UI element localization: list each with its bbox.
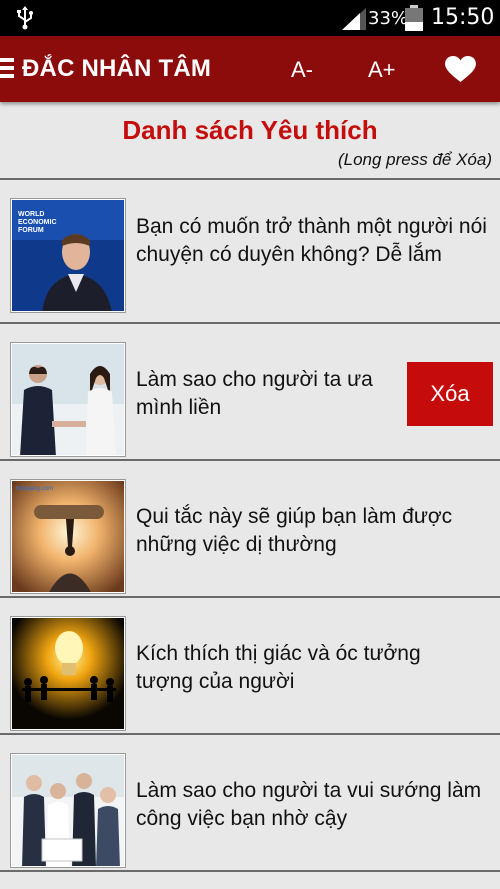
status-bar: 33% 15:50 [0, 0, 500, 36]
list-item[interactable]: Kích thích thị giác và óc tưởng tượng củ… [0, 598, 500, 735]
battery-percentage: 33% [368, 8, 409, 29]
svg-text:ECONOMIC: ECONOMIC [18, 219, 57, 226]
usb-icon [17, 6, 33, 30]
item-title: Qui tắc này sẽ giúp bạn làm được những v… [136, 505, 453, 556]
delete-button[interactable]: Xóa [407, 362, 493, 426]
list-item[interactable]: WORLD ECONOMIC FORUM Bạn có muốn trở thà… [0, 180, 500, 317]
font-decrease-button[interactable]: A- [291, 57, 313, 83]
app-title: ĐẮC NHÂN TÂM [22, 55, 212, 82]
long-press-hint: (Long press để Xóa) [337, 150, 492, 169]
list-item[interactable]: Làm sao cho người ta ưa mình liền Xóa [0, 324, 500, 461]
handshake-photo [11, 343, 125, 456]
list-item[interactable]: bullgiang.com Qui tắc này sẽ giúp bạn là… [0, 461, 500, 598]
svg-text:WORLD: WORLD [18, 211, 44, 218]
lightbulb-people-photo [11, 617, 125, 730]
font-increase-button[interactable]: A+ [368, 57, 396, 83]
svg-text:FORUM: FORUM [18, 227, 44, 234]
svg-text:bullgiang.com: bullgiang.com [16, 486, 53, 492]
heart-icon[interactable] [445, 56, 476, 83]
item-title: Bạn có muốn trở thành một người nói chuy… [136, 215, 487, 266]
office-team-photo [11, 754, 125, 867]
favorites-heading: Danh sách Yêu thích [122, 115, 378, 145]
speaker-photo: WORLD ECONOMIC FORUM [11, 199, 125, 312]
item-title: Kích thích thị giác và óc tưởng tượng củ… [136, 642, 421, 693]
item-title: Làm sao cho người ta ưa mình liền [136, 368, 373, 419]
list-item[interactable]: Làm sao cho người ta vui sướng làm công … [0, 735, 500, 872]
divider [0, 870, 500, 872]
app-bar: ĐẮC NHÂN TÂM A- A+ [0, 36, 500, 102]
clock: 15:50 [431, 5, 495, 30]
favorites-header: Danh sách Yêu thích (Long press để Xóa) [0, 102, 500, 178]
menu-icon[interactable] [0, 58, 14, 80]
signal-icon [342, 8, 366, 30]
item-title: Làm sao cho người ta vui sướng làm công … [136, 779, 482, 830]
battery-icon [405, 5, 423, 31]
ant-lifting-photo: bullgiang.com [11, 480, 125, 593]
